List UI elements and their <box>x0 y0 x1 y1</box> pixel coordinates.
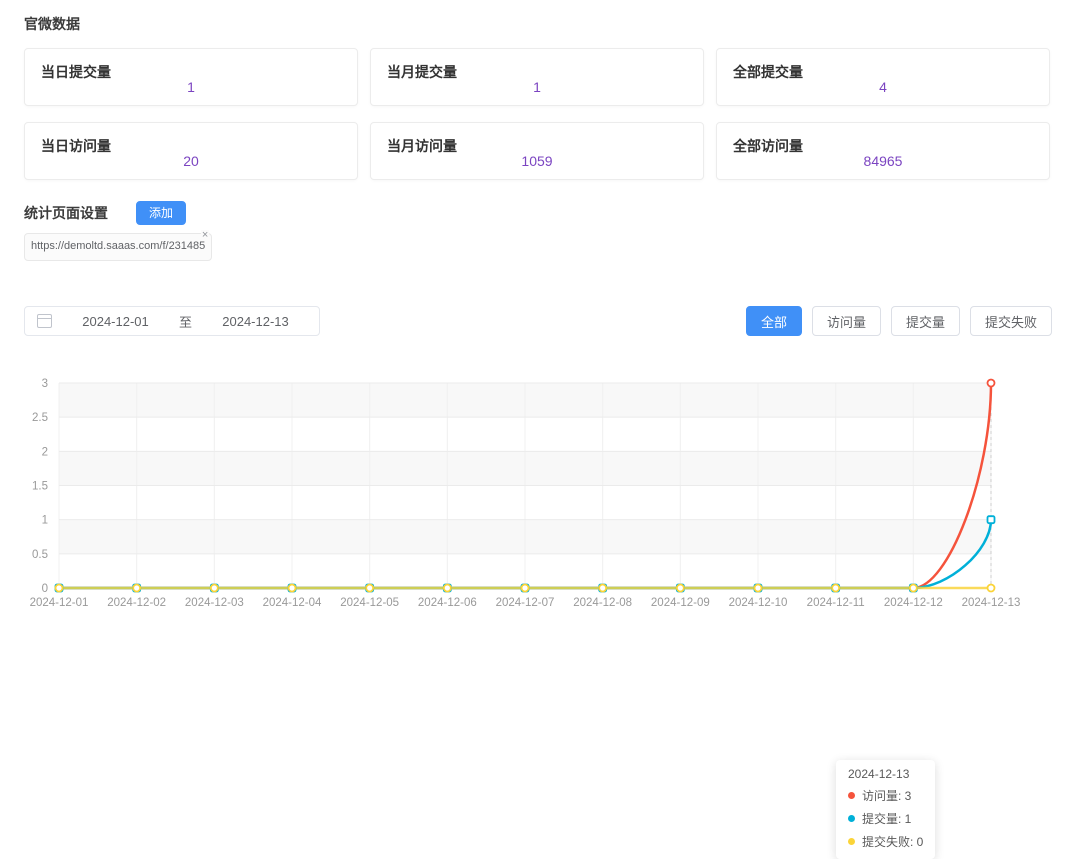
stat-card: 当日访问量20 <box>24 122 358 180</box>
url-tag-text: https://demoltd.saaas.com/f/231485 <box>31 240 205 252</box>
data-point-series-2 <box>910 585 917 592</box>
data-point-series-2 <box>366 585 373 592</box>
x-tick-label: 2024-12-09 <box>651 597 710 609</box>
dashboard-page: 官微数据 当日提交量1当月提交量1全部提交量4当日访问量20当月访问量1059全… <box>0 0 1080 623</box>
stat-card: 当月提交量1 <box>370 48 704 106</box>
data-point-series-2 <box>599 585 606 592</box>
data-point-series-2 <box>988 585 995 592</box>
y-tick-label: 3 <box>42 378 48 390</box>
date-range-input[interactable]: 2024-12-01 至 2024-12-13 <box>24 306 320 336</box>
tooltip-series-dot <box>848 815 855 822</box>
x-tick-label: 2024-12-02 <box>107 597 166 609</box>
line-chart[interactable]: 0 0.5 1 1.5 2 2.5 3 2024-12-01 2024-12-02 2024-12… <box>0 370 1080 615</box>
tooltip-item-text: 提交失败: 0 <box>862 833 923 850</box>
filter-button-series-2[interactable]: 提交量 <box>891 306 960 336</box>
data-point-series-2 <box>444 585 451 592</box>
y-tick-label: 0.5 <box>32 549 48 561</box>
stat-card-value: 1 <box>25 79 357 95</box>
data-point-series-2 <box>289 585 296 592</box>
data-point-series-2 <box>56 585 63 592</box>
x-tick-label: 2024-12-05 <box>340 597 399 609</box>
tooltip-item: 提交失败: 0 <box>848 833 923 850</box>
stat-card: 全部提交量4 <box>716 48 1050 106</box>
stat-card-value: 1 <box>371 79 703 95</box>
x-tick-label: 2024-12-08 <box>573 597 632 609</box>
stat-card-value: 1059 <box>371 153 703 169</box>
stats-grid: 当日提交量1当月提交量1全部提交量4 当日访问量20当月访问量1059全部访问量8… <box>24 48 1052 180</box>
date-start-value[interactable]: 2024-12-01 <box>52 314 179 329</box>
x-tick-label: 2024-12-12 <box>884 597 943 609</box>
series-filter-group: 全部访问量提交量提交失败 <box>746 306 1052 336</box>
y-tick-label: 2 <box>42 446 48 458</box>
x-tick-label: 2024-12-13 <box>962 597 1021 609</box>
chart-canvas[interactable]: 0 0.5 1 1.5 2 2.5 3 2024-12-01 2024-12-02 2024-12… <box>0 370 1080 615</box>
data-point-series-2 <box>211 585 218 592</box>
data-point-series-2 <box>522 585 529 592</box>
stat-card-value: 4 <box>717 79 1049 95</box>
x-tick-label: 2024-12-04 <box>263 597 322 609</box>
data-point-series-0 <box>988 380 995 387</box>
stats-settings-title: 统计页面设置 <box>24 203 108 223</box>
data-point-series-2 <box>755 585 762 592</box>
stat-card: 当月访问量1059 <box>370 122 704 180</box>
tooltip-item: 提交量: 1 <box>848 810 923 827</box>
x-tick-label: 2024-12-03 <box>185 597 244 609</box>
date-end-value[interactable]: 2024-12-13 <box>192 314 319 329</box>
filter-button-series-1[interactable]: 访问量 <box>812 306 881 336</box>
chart-tooltip: 2024-12-13 访问量: 3 提交量: 1 提交失败: 0 <box>836 760 935 859</box>
stat-card: 全部访问量84965 <box>716 122 1050 180</box>
calendar-icon <box>37 314 52 328</box>
add-button[interactable]: 添加 <box>136 201 186 225</box>
tooltip-series-dot <box>848 792 855 799</box>
data-point-series-2 <box>677 585 684 592</box>
x-tick-label: 2024-12-06 <box>418 597 477 609</box>
y-tick-label: 1 <box>42 515 48 527</box>
x-tick-label: 2024-12-01 <box>30 597 89 609</box>
x-tick-label: 2024-12-11 <box>807 597 865 609</box>
filter-button-series-3[interactable]: 提交失败 <box>970 306 1052 336</box>
tag-close-icon[interactable]: × <box>201 230 209 241</box>
stat-card-value: 84965 <box>717 153 1049 169</box>
stat-card: 当日提交量1 <box>24 48 358 106</box>
y-tick-label: 2.5 <box>32 412 48 424</box>
y-tick-label: 0 <box>42 583 48 595</box>
url-tag: https://demoltd.saaas.com/f/231485 × <box>24 233 212 261</box>
stat-card-value: 20 <box>25 153 357 169</box>
x-tick-label: 2024-12-07 <box>496 597 555 609</box>
page-title: 官微数据 <box>24 14 80 34</box>
tooltip-item-text: 提交量: 1 <box>862 810 911 827</box>
tooltip-item-text: 访问量: 3 <box>862 787 911 804</box>
data-point-series-2 <box>133 585 140 592</box>
data-point-series-1 <box>988 516 995 523</box>
date-separator: 至 <box>179 312 192 331</box>
filter-button-all[interactable]: 全部 <box>746 306 802 336</box>
tooltip-series-dot <box>848 838 855 845</box>
y-tick-label: 1.5 <box>32 481 48 493</box>
x-tick-label: 2024-12-10 <box>729 597 788 609</box>
data-point-series-2 <box>832 585 839 592</box>
tooltip-item: 访问量: 3 <box>848 787 923 804</box>
tooltip-title: 2024-12-13 <box>848 767 923 781</box>
